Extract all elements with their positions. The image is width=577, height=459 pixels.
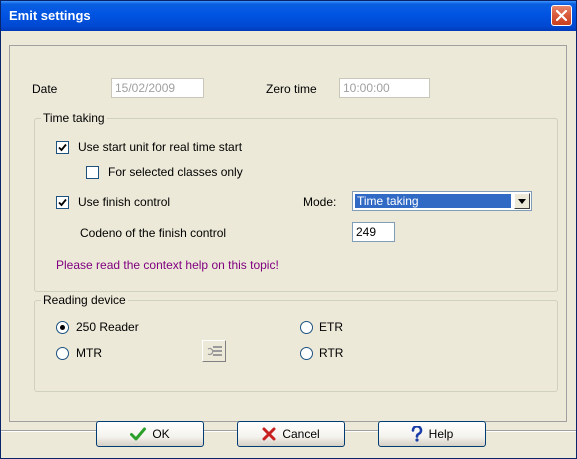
codeno-label: Codeno of the finish control: [80, 226, 227, 240]
zero-time-label: Zero time: [266, 82, 317, 96]
radio-250-reader[interactable]: [56, 321, 69, 334]
mode-dropdown-button[interactable]: [514, 193, 530, 209]
selected-classes-checkbox[interactable]: [86, 166, 99, 179]
title-bar[interactable]: Emit settings: [1, 1, 576, 31]
ok-button[interactable]: OK: [96, 421, 204, 447]
radio-etr[interactable]: [300, 321, 313, 334]
radio-etr-label[interactable]: ETR: [319, 320, 343, 334]
dialog-window: Emit settings Date 15/02/2009 Zero time …: [0, 0, 577, 459]
close-icon: [556, 10, 567, 21]
mode-selected-value: Time taking: [355, 194, 511, 208]
cancel-button[interactable]: Cancel: [237, 421, 345, 447]
date-label: Date: [32, 82, 58, 96]
use-finish-control-label[interactable]: Use finish control: [78, 195, 170, 209]
help-label: Help: [428, 427, 454, 441]
codeno-field[interactable]: 249: [352, 222, 395, 242]
reader-settings-button[interactable]: [202, 340, 226, 362]
mode-select[interactable]: Time taking: [352, 191, 532, 211]
context-help-text: Please read the context help on this top…: [56, 258, 279, 272]
cancel-label: Cancel: [282, 427, 320, 441]
check-icon: [58, 198, 67, 207]
mode-label: Mode:: [303, 195, 337, 209]
window-title: Emit settings: [9, 8, 91, 23]
time-taking-legend: Time taking: [41, 111, 107, 125]
check-icon: [58, 143, 67, 152]
radio-rtr[interactable]: [300, 347, 313, 360]
use-start-unit-label[interactable]: Use start unit for real time start: [78, 140, 242, 154]
settings-panel: Date 15/02/2009 Zero time 10:00:00 Time …: [9, 45, 567, 422]
selected-classes-label[interactable]: For selected classes only: [108, 165, 243, 179]
radio-selected-dot: [60, 325, 65, 330]
ok-check-icon: [130, 427, 147, 441]
reading-device-group: Reading device: [34, 293, 558, 392]
radio-mtr-label[interactable]: MTR: [76, 346, 102, 360]
zero-time-field[interactable]: 10:00:00: [339, 78, 430, 98]
reading-device-legend: Reading device: [41, 293, 128, 307]
dialog-client: Date 15/02/2009 Zero time 10:00:00 Time …: [1, 31, 576, 458]
help-button[interactable]: Help: [378, 421, 486, 447]
close-button[interactable]: [551, 5, 572, 26]
reader-settings-icon: [207, 346, 222, 356]
cancel-x-icon: [262, 427, 276, 441]
dropdown-arrow-icon: [518, 199, 526, 204]
use-finish-control-checkbox[interactable]: [56, 196, 69, 209]
date-field[interactable]: 15/02/2009: [111, 78, 204, 98]
ok-label: OK: [152, 427, 170, 441]
radio-250-reader-label[interactable]: 250 Reader: [76, 320, 139, 334]
use-start-unit-checkbox[interactable]: [56, 141, 69, 154]
help-question-icon: [411, 426, 422, 442]
radio-rtr-label[interactable]: RTR: [319, 346, 343, 360]
radio-mtr[interactable]: [56, 347, 69, 360]
